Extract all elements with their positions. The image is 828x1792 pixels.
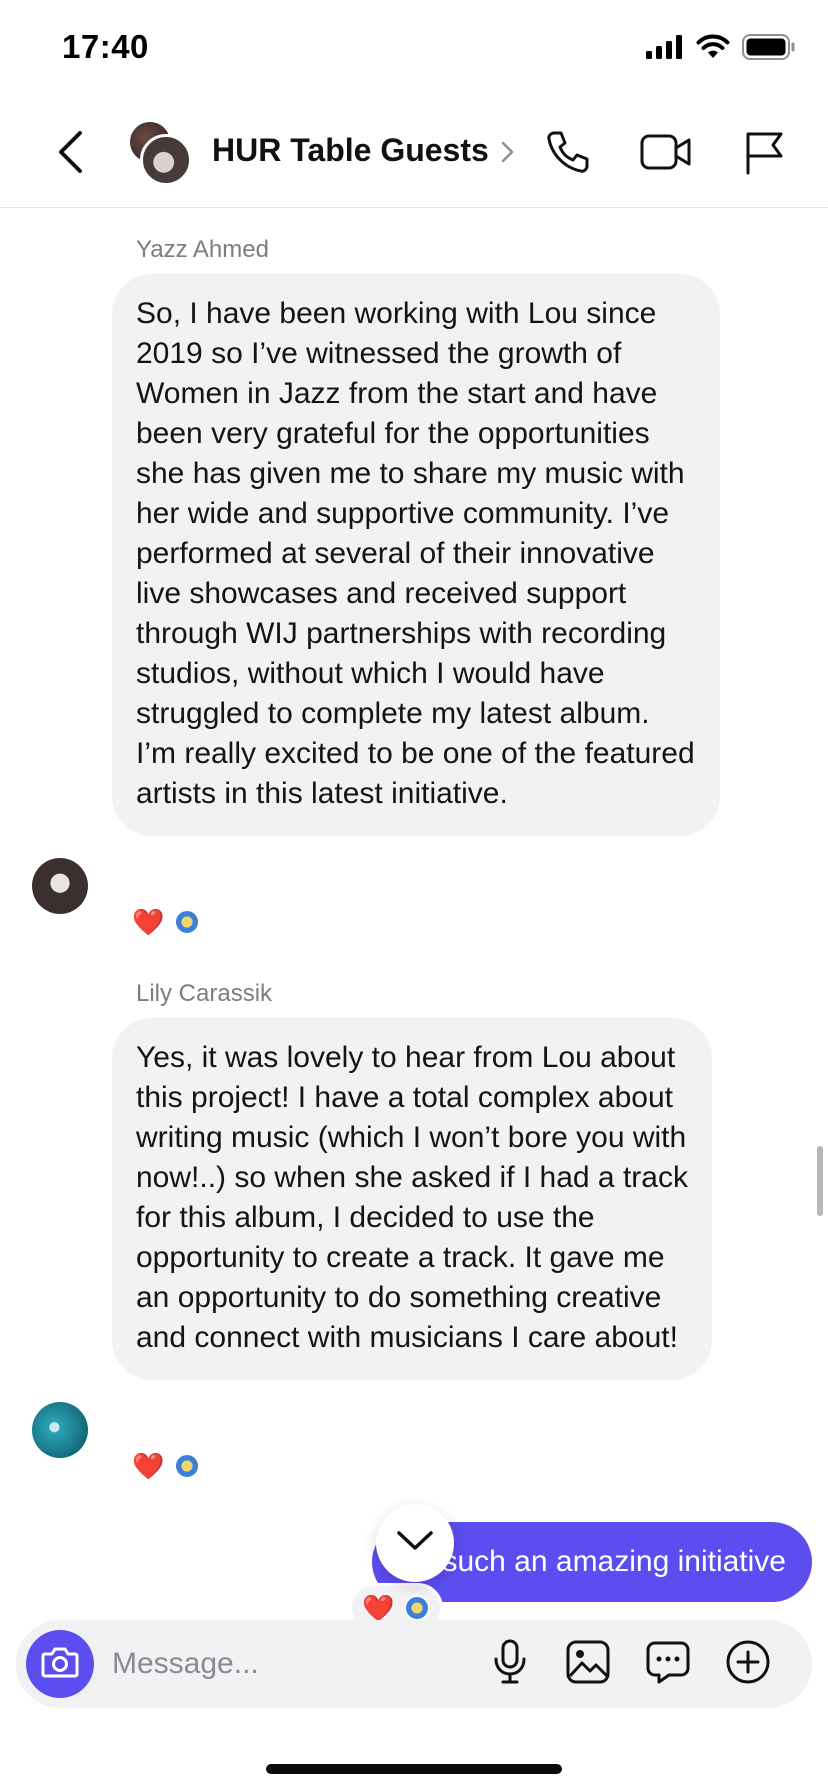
message-reactions[interactable]: ❤️ — [122, 900, 211, 944]
heart-icon: ❤️ — [362, 1593, 395, 1623]
scrollbar-thumb[interactable] — [817, 1146, 823, 1216]
avatar[interactable] — [32, 858, 88, 914]
microphone-icon — [492, 1639, 528, 1690]
chat-header: HUR Table Guests — [0, 100, 828, 208]
reaction-badge-icon — [174, 909, 201, 935]
call-button[interactable] — [540, 126, 596, 182]
gallery-button[interactable] — [562, 1638, 614, 1690]
status-icons — [646, 34, 796, 65]
status-bar: 17:40 — [0, 0, 828, 100]
back-button[interactable] — [50, 126, 90, 182]
message-bubble[interactable]: So, I have been working with Lou since 2… — [112, 274, 720, 836]
phone-icon — [545, 129, 591, 180]
report-button[interactable] — [736, 126, 792, 182]
scroll-to-bottom-button[interactable] — [376, 1504, 454, 1582]
sender-name: Yazz Ahmed — [136, 236, 269, 263]
sender-name: Lily Carassik — [136, 980, 273, 1007]
message-reactions[interactable]: ❤️ — [122, 1444, 211, 1488]
chat-bubble-icon — [645, 1640, 691, 1689]
avatar — [140, 134, 192, 186]
message-input[interactable] — [112, 1642, 412, 1686]
more-options-button[interactable] — [722, 1638, 774, 1690]
wifi-icon — [696, 34, 730, 65]
avatar[interactable] — [32, 1402, 88, 1458]
battery-icon — [742, 34, 796, 65]
flag-icon — [743, 129, 785, 180]
message-bubble[interactable]: Yes, it was lovely to hear from Lou abou… — [112, 1018, 712, 1380]
plus-circle-icon — [725, 1639, 771, 1690]
sticker-button[interactable] — [642, 1638, 694, 1690]
reaction-badge-icon — [174, 1453, 201, 1479]
chevron-down-icon — [396, 1530, 434, 1557]
video-icon — [640, 132, 692, 177]
heart-icon: ❤️ — [132, 1451, 165, 1481]
message-composer — [16, 1620, 812, 1708]
chevron-right-icon — [500, 140, 516, 164]
camera-button[interactable] — [26, 1630, 94, 1698]
status-time: 17:40 — [62, 28, 149, 65]
voice-message-button[interactable] — [484, 1638, 536, 1690]
home-indicator[interactable] — [266, 1764, 562, 1774]
chevron-left-icon — [56, 130, 84, 179]
video-call-button[interactable] — [638, 126, 694, 182]
heart-icon: ❤️ — [132, 907, 165, 937]
camera-icon — [41, 1646, 79, 1683]
signal-icon — [646, 35, 684, 64]
group-title[interactable]: HUR Table Guests — [212, 132, 489, 169]
reaction-badge-icon — [404, 1595, 431, 1621]
image-icon — [566, 1640, 610, 1689]
group-avatar[interactable] — [128, 120, 192, 186]
